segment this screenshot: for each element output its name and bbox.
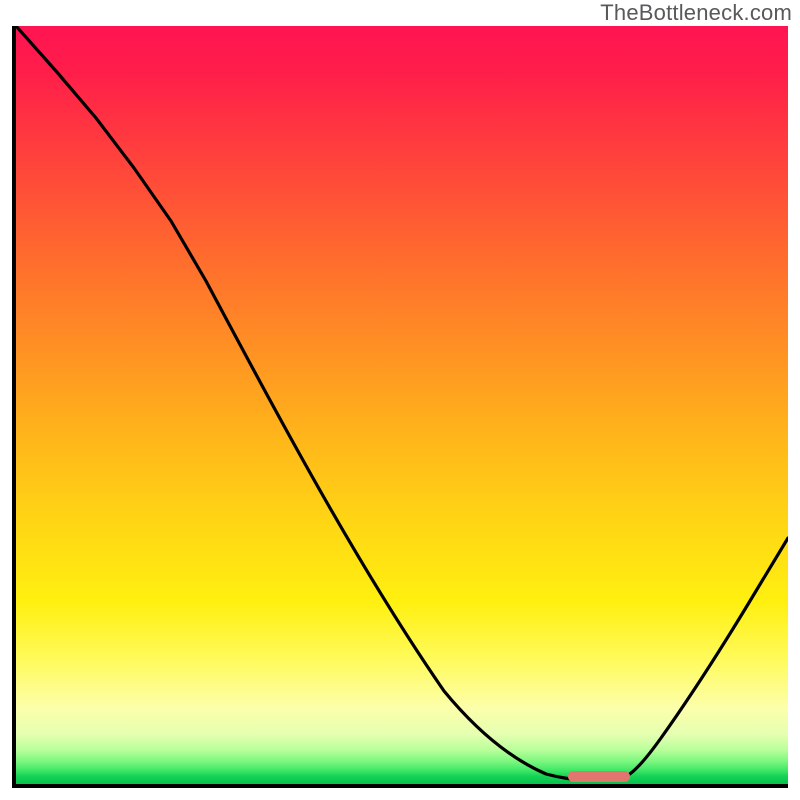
curve-path (16, 26, 788, 780)
watermark-text: TheBottleneck.com (600, 0, 792, 26)
plot-area (12, 26, 788, 788)
chart-container: TheBottleneck.com (0, 0, 800, 800)
bottleneck-curve (16, 26, 788, 784)
optimal-range-marker (568, 771, 630, 782)
